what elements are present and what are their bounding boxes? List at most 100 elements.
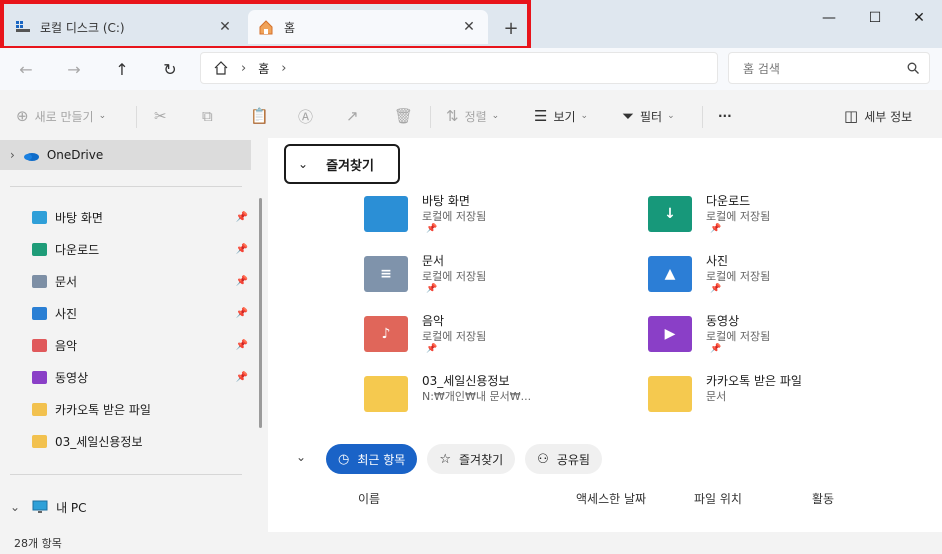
cut-icon[interactable]: ✂ (154, 104, 173, 128)
favorite-item[interactable]: 03_세일신용정보 N:₩개인₩내 문서₩... (364, 372, 624, 428)
details-pane-icon: ◫ (844, 107, 859, 125)
favorite-name: 다운로드 (706, 194, 751, 208)
back-arrow-icon[interactable]: ← (10, 54, 42, 84)
pin-icon: 📌 (235, 307, 248, 319)
sidebar-scrollbar[interactable] (259, 198, 262, 428)
sidebar-item-label: 다운로드 (55, 242, 100, 257)
home-icon (258, 19, 274, 35)
chevron-right-icon[interactable]: › (241, 61, 246, 76)
recent-filter-tabs: ◷ 최근 항목 ☆ 즐겨찾기 ⚇ 공유됨 (326, 444, 612, 474)
sidebar-item[interactable]: 동영상 📌 (32, 362, 268, 392)
more-options-button[interactable]: ··· (718, 104, 732, 128)
filter-icon: ⏷ (622, 107, 635, 125)
folder-icon (364, 196, 408, 232)
copy-icon[interactable]: ⧉ (202, 104, 219, 128)
favorite-item[interactable]: 카카오톡 받은 파일 문서 (648, 372, 908, 428)
sidebar-item[interactable]: 바탕 화면 📌 (32, 202, 268, 232)
folder-glyph: ♪ (381, 326, 391, 342)
recent-items-tab[interactable]: ◷ 최근 항목 (326, 444, 418, 474)
favorite-item[interactable]: ♪ 음악 로컬에 저장됨 📌 (364, 312, 624, 368)
refresh-icon[interactable]: ↻ (154, 54, 186, 84)
close-tab-icon[interactable]: ✕ (460, 18, 478, 36)
sidebar-item[interactable]: 사진 📌 (32, 298, 268, 328)
chevron-right-icon[interactable]: › (10, 148, 15, 162)
navigation-pane: › OneDrive 바탕 화면 📌 다운로드 📌 문서 📌 사진 📌 음악 📌 동영상 📌 카카오톡 … (0, 138, 268, 532)
sidebar-item-label: 음악 (55, 338, 78, 353)
clock-icon: ◷ (338, 451, 350, 467)
column-header-activity[interactable]: 활동 (812, 490, 834, 507)
main-content: ⌄ 즐겨찾기 바탕 화면 로컬에 저장됨 📌 ↓ 다운로드 로컬에 저장됨 📌 ≡ 문서 로컬에 … (268, 138, 942, 532)
favorite-item[interactable]: ▶ 동영상 로컬에 저장됨 📌 (648, 312, 908, 368)
sidebar-item[interactable]: 문서 📌 (32, 266, 268, 296)
sort-icon: ⇅ (446, 107, 459, 125)
favorites-section-header[interactable]: ⌄ 즐겨찾기 (284, 144, 400, 184)
rename-icon[interactable]: Ⓐ (298, 104, 319, 128)
close-tab-icon[interactable]: ✕ (216, 18, 234, 36)
breadcrumb-home[interactable]: 홈 (258, 60, 269, 77)
delete-icon[interactable]: 🗑 (394, 104, 419, 128)
sidebar-item-onedrive[interactable]: › OneDrive (0, 140, 251, 170)
favorite-item[interactable]: ▲ 사진 로컬에 저장됨 📌 (648, 252, 908, 308)
tab-label: 로컬 디스크 (C:) (40, 20, 125, 35)
music-icon (32, 338, 47, 352)
sidebar-item[interactable]: 다운로드 📌 (32, 234, 268, 264)
sidebar-item-this-pc[interactable]: ⌄ 내 PC (0, 492, 87, 522)
search-input[interactable]: 홈 검색 (728, 52, 930, 84)
tab-local-disk[interactable]: 로컬 디스크 (C:) ✕ (6, 10, 244, 44)
favorites-tab[interactable]: ☆ 즐겨찾기 (427, 444, 516, 474)
search-icon (907, 62, 919, 74)
favorite-item[interactable]: ≡ 문서 로컬에 저장됨 📌 (364, 252, 624, 308)
view-button[interactable]: ☰ 보기 ⌄ (534, 104, 588, 128)
view-list-icon: ☰ (534, 107, 548, 125)
sidebar-item[interactable]: 음악 📌 (32, 330, 268, 360)
new-tab-button[interactable]: + (498, 16, 524, 40)
section-title: 즐겨찾기 (326, 158, 374, 174)
folder-icon (648, 376, 692, 412)
star-icon: ☆ (439, 451, 451, 467)
maximize-button[interactable]: ☐ (852, 6, 898, 30)
favorite-item[interactable]: 바탕 화면 로컬에 저장됨 📌 (364, 192, 624, 248)
details-button[interactable]: ◫ 세부 정보 (844, 104, 912, 128)
folder-icon (32, 402, 47, 416)
chevron-right-icon[interactable]: › (281, 61, 286, 76)
pin-icon: 📌 (426, 224, 438, 234)
column-header-location[interactable]: 파일 위치 (694, 490, 742, 507)
folder-icon: ≡ (364, 256, 408, 292)
paste-icon[interactable]: 📋 (250, 104, 275, 128)
favorite-item[interactable]: ↓ 다운로드 로컬에 저장됨 📌 (648, 192, 908, 248)
folder-icon (364, 376, 408, 412)
pill-label: 공유됨 (556, 452, 590, 467)
column-header-name[interactable]: 이름 (358, 490, 380, 507)
forward-arrow-icon[interactable]: → (58, 54, 90, 84)
close-window-button[interactable]: ✕ (896, 6, 942, 30)
address-bar: ← → ↑ ↻ › 홈 › 홈 검색 (0, 48, 942, 90)
sidebar-item-label: 카카오톡 받은 파일 (55, 402, 151, 417)
tab-home[interactable]: 홈 ✕ (248, 10, 488, 44)
shared-tab[interactable]: ⚇ 공유됨 (525, 444, 602, 474)
chevron-down-icon[interactable]: ⌄ (298, 157, 308, 171)
chevron-down-icon[interactable]: ⌄ (296, 450, 306, 464)
home-outline-icon[interactable] (213, 60, 229, 76)
pin-icon: 📌 (235, 243, 248, 255)
sidebar-item-label: 사진 (55, 306, 78, 321)
new-button[interactable]: ⊕ 새로 만들기 ⌄ (16, 104, 106, 128)
sidebar-item[interactable]: 카카오톡 받은 파일 (32, 394, 268, 424)
sidebar-item-label: 03_세일신용정보 (55, 434, 143, 449)
favorite-location: 문서 (706, 390, 727, 403)
favorite-name: 동영상 (706, 314, 740, 328)
chevron-down-icon: ⌄ (667, 111, 675, 121)
divider (430, 106, 431, 128)
up-arrow-icon[interactable]: ↑ (106, 54, 138, 84)
column-header-accessed[interactable]: 액세스한 날짜 (576, 490, 646, 507)
pill-label: 즐겨찾기 (458, 452, 504, 467)
filter-button[interactable]: ⏷ 필터 ⌄ (622, 104, 675, 128)
sidebar-item[interactable]: 03_세일신용정보 (32, 426, 268, 456)
pin-icon: 📌 (235, 211, 248, 223)
share-icon[interactable]: ↗ (346, 104, 365, 128)
chevron-down-icon[interactable]: ⌄ (10, 500, 20, 514)
breadcrumb[interactable]: › 홈 › (200, 52, 718, 84)
minimize-button[interactable]: — (806, 6, 852, 30)
folder-glyph: ↓ (664, 206, 676, 222)
drive-icon (16, 21, 30, 33)
sort-button[interactable]: ⇅ 정렬 ⌄ (446, 104, 499, 128)
